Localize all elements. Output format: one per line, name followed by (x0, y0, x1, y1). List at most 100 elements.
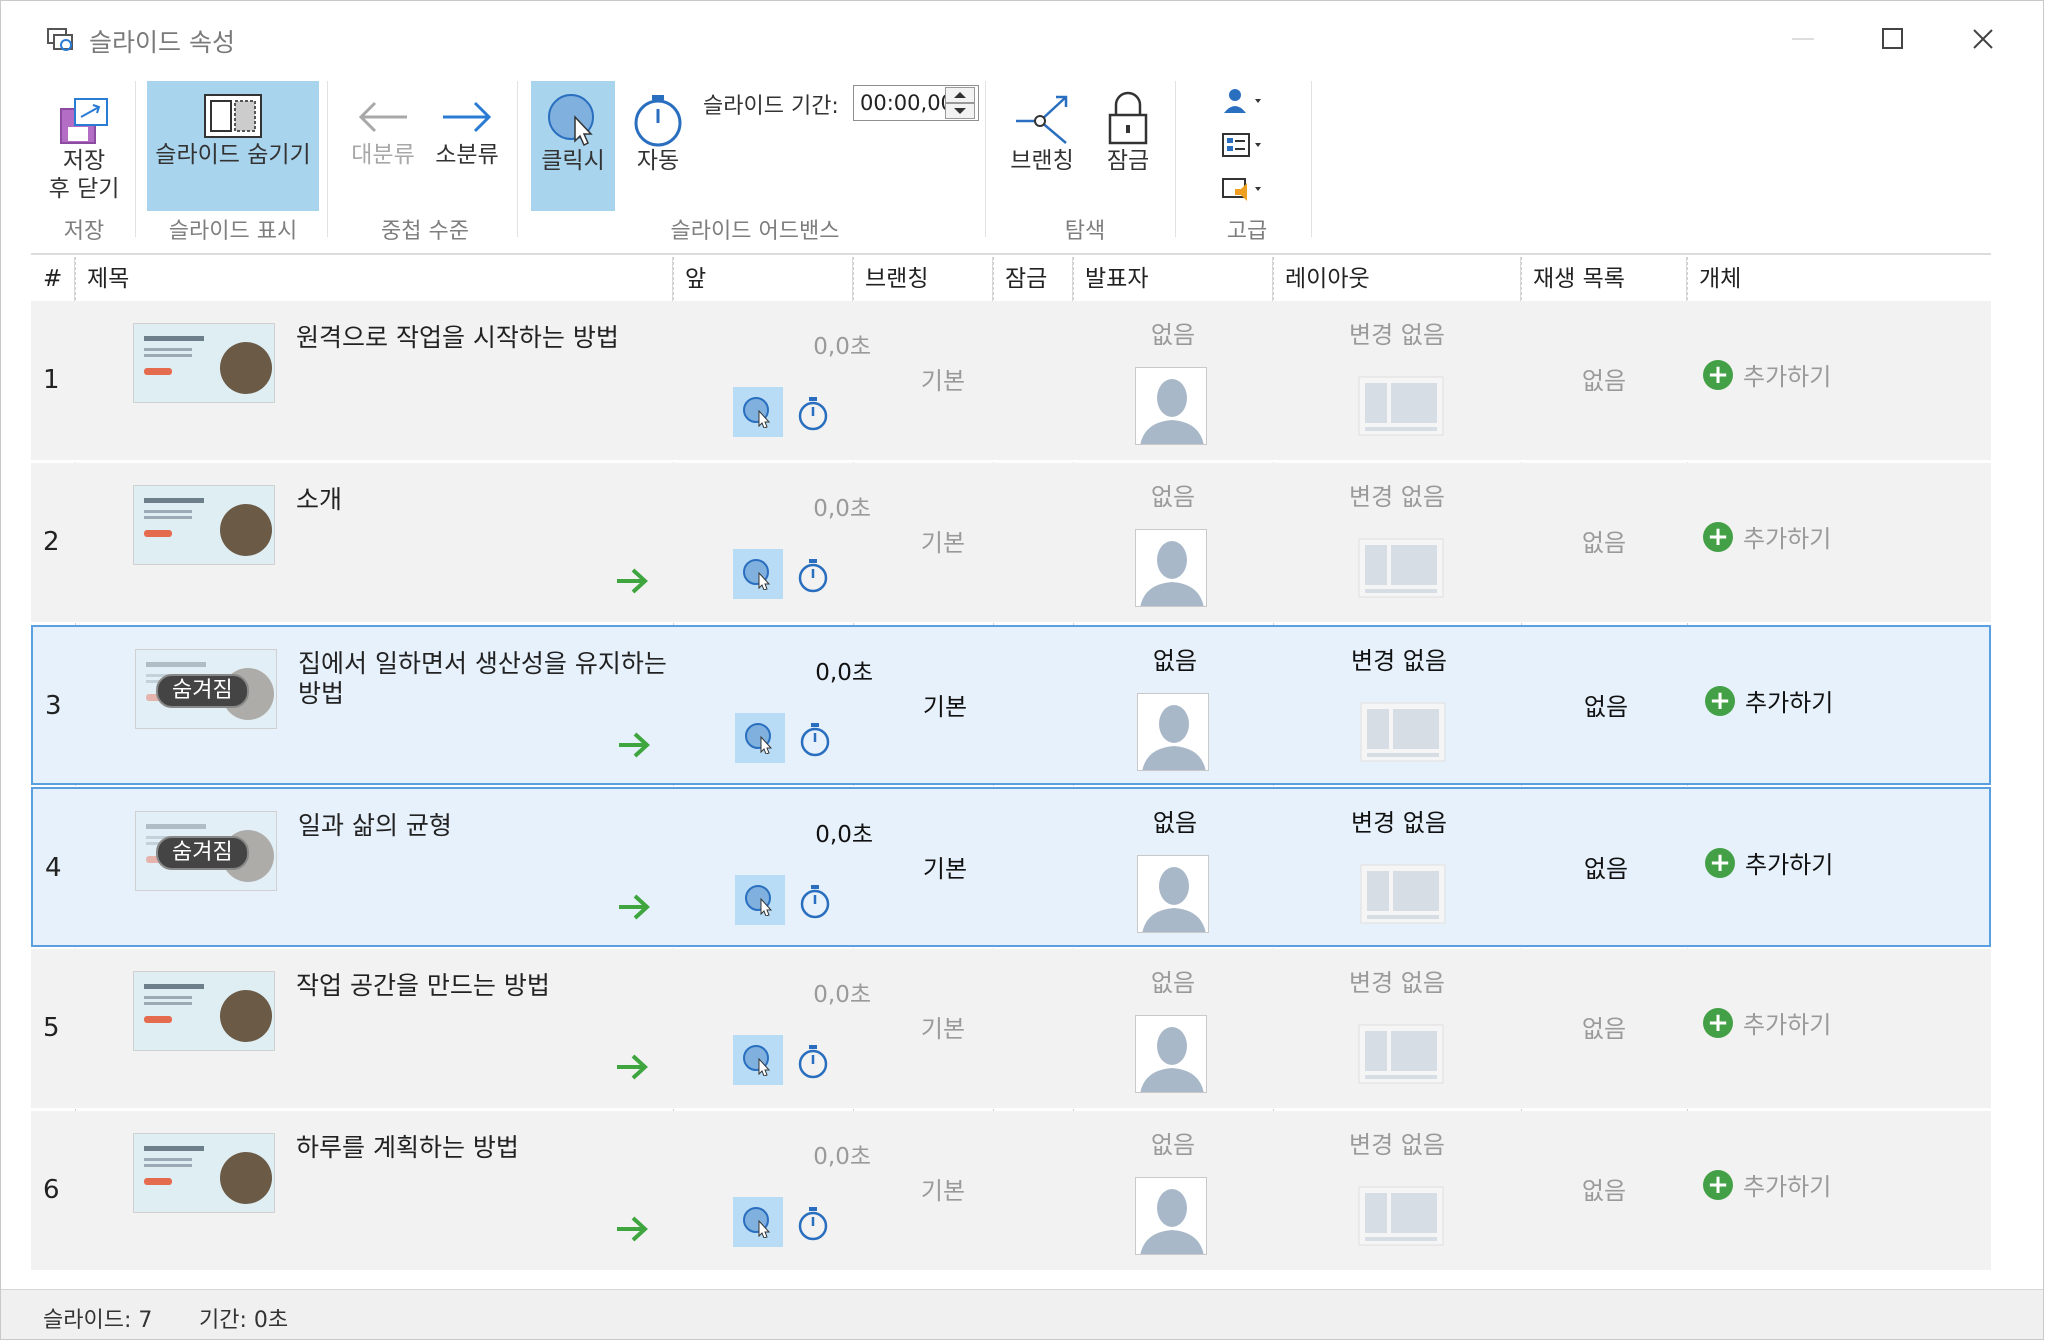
playlist-value[interactable]: 없음 (1521, 523, 1687, 558)
playlist-value[interactable]: 없음 (1523, 849, 1689, 884)
add-object-button[interactable]: + 추가하기 (1705, 683, 1833, 718)
slide-title[interactable]: 작업 공간을 만드는 방법 (296, 971, 666, 1001)
advance-auto-toggle-stopwatch-icon[interactable] (795, 1041, 831, 1081)
playlist-value[interactable]: 없음 (1521, 361, 1687, 396)
presenter-avatar[interactable] (1137, 855, 1209, 933)
slide-title[interactable]: 집에서 일하면서 생산성을 유지하는 방법 (298, 649, 668, 709)
auto-button[interactable]: 자동 (621, 81, 695, 201)
presenter-avatar[interactable] (1135, 1015, 1207, 1093)
advance-time[interactable]: 0,0초 (671, 975, 871, 1009)
col-branching[interactable]: 브랜칭 (853, 257, 993, 301)
on-click-button[interactable]: 클릭시 (531, 81, 615, 211)
advance-on-click-toggle[interactable] (735, 875, 785, 925)
layout-dropdown-button[interactable] (1221, 131, 1267, 161)
branching-value[interactable]: 기본 (873, 1171, 1013, 1206)
col-advance[interactable]: 앞 (673, 257, 853, 301)
slide-thumbnail[interactable]: 숨겨짐 (135, 649, 277, 729)
slide-thumbnail[interactable] (133, 485, 275, 565)
presenter-value[interactable]: 없음 (1073, 315, 1273, 350)
advance-on-click-toggle[interactable] (735, 713, 785, 763)
branching-value[interactable]: 기본 (873, 523, 1013, 558)
slide-thumbnail[interactable] (133, 1133, 275, 1213)
save-and-close-button[interactable]: 저장 후 닫기 (41, 83, 127, 203)
layout-value[interactable]: 변경 없음 (1273, 477, 1521, 512)
add-object-button[interactable]: + 추가하기 (1703, 519, 1831, 554)
layout-value[interactable]: 변경 없음 (1273, 1125, 1521, 1160)
presenter-avatar[interactable] (1135, 367, 1207, 445)
add-object-button[interactable]: + 추가하기 (1703, 357, 1831, 392)
promote-button[interactable]: 대분류 (345, 81, 421, 201)
table-row[interactable]: 3 숨겨짐 집에서 일하면서 생산성을 유지하는 방법 0,0초 기본 없음 변… (31, 625, 1991, 785)
slide-title[interactable]: 하루를 계획하는 방법 (296, 1133, 666, 1163)
lock-button[interactable]: 잠금 (1091, 81, 1165, 201)
branching-value[interactable]: 기본 (873, 361, 1013, 396)
presenter-avatar[interactable] (1135, 529, 1207, 607)
maximize-button[interactable] (1873, 19, 1913, 59)
layout-value[interactable]: 변경 없음 (1273, 315, 1521, 350)
slide-thumbnail[interactable] (133, 971, 275, 1051)
advance-time[interactable]: 0,0초 (673, 653, 873, 687)
presenter-avatar[interactable] (1135, 1177, 1207, 1255)
presenter-value[interactable]: 없음 (1075, 803, 1275, 838)
table-row[interactable]: 2 소개 0,0초 기본 없음 변경 없음 없음 + 추가하기 (31, 463, 1991, 623)
layout-value[interactable]: 변경 없음 (1275, 803, 1523, 838)
hide-slide-button[interactable]: 슬라이드 숨기기 (147, 81, 319, 211)
advance-time[interactable]: 0,0초 (673, 815, 873, 849)
minimize-button[interactable] (1783, 19, 1823, 59)
col-playlist[interactable]: 재생 목록 (1521, 257, 1687, 301)
advance-time[interactable]: 0,0초 (671, 327, 871, 361)
advance-auto-toggle-stopwatch-icon[interactable] (795, 555, 831, 595)
slide-title[interactable]: 일과 삶의 균형 (298, 811, 668, 841)
col-number[interactable]: # (31, 257, 75, 301)
presenter-value[interactable]: 없음 (1073, 477, 1273, 512)
playlist-value[interactable]: 없음 (1521, 1171, 1687, 1206)
add-object-button[interactable]: + 추가하기 (1705, 845, 1833, 880)
advance-time[interactable]: 0,0초 (671, 489, 871, 523)
table-row[interactable]: 1 원격으로 작업을 시작하는 방법 0,0초 기본 없음 변경 없음 없음 +… (31, 301, 1991, 461)
table-row[interactable]: 5 작업 공간을 만드는 방법 0,0초 기본 없음 변경 없음 없음 + 추가… (31, 949, 1991, 1109)
playlist-value[interactable]: 없음 (1523, 687, 1689, 722)
duration-spinner[interactable] (945, 87, 975, 119)
ribbon-divider (1175, 81, 1176, 237)
slide-title[interactable]: 원격으로 작업을 시작하는 방법 (296, 323, 666, 353)
slide-thumbnail[interactable] (133, 323, 275, 403)
col-layout[interactable]: 레이아웃 (1273, 257, 1521, 301)
presenter-dropdown-button[interactable] (1221, 87, 1267, 117)
col-objects[interactable]: 개체 (1687, 257, 1991, 301)
table-row[interactable]: 6 하루를 계획하는 방법 0,0초 기본 없음 변경 없음 없음 + 추가하기 (31, 1111, 1991, 1271)
advance-on-click-toggle[interactable] (733, 1035, 783, 1085)
branching-button[interactable]: 브랜칭 (999, 81, 1085, 201)
slide-title[interactable]: 소개 (296, 485, 666, 515)
playlist-dropdown-button[interactable] (1221, 175, 1267, 205)
advance-auto-toggle-stopwatch-icon[interactable] (797, 881, 833, 921)
layout-value[interactable]: 변경 없음 (1275, 641, 1523, 676)
advance-auto-toggle-stopwatch-icon[interactable] (795, 1203, 831, 1243)
col-lock[interactable]: 잠금 (993, 257, 1073, 301)
slide-number: 3 (45, 691, 62, 721)
presenter-value[interactable]: 없음 (1073, 963, 1273, 998)
advance-auto-toggle-stopwatch-icon[interactable] (797, 719, 833, 759)
presenter-value[interactable]: 없음 (1073, 1125, 1273, 1160)
add-object-button[interactable]: + 추가하기 (1703, 1167, 1831, 1202)
col-presenter[interactable]: 발표자 (1073, 257, 1273, 301)
demote-button[interactable]: 소분류 (429, 81, 505, 201)
add-icon: + (1705, 847, 1735, 878)
transition-arrow-icon (619, 894, 650, 920)
layout-value[interactable]: 변경 없음 (1273, 963, 1521, 998)
advance-on-click-toggle[interactable] (733, 549, 783, 599)
branching-value[interactable]: 기본 (875, 849, 1015, 884)
playlist-value[interactable]: 없음 (1521, 1009, 1687, 1044)
add-object-button[interactable]: + 추가하기 (1703, 1005, 1831, 1040)
presenter-value[interactable]: 없음 (1075, 641, 1275, 676)
table-row[interactable]: 4 숨겨짐 일과 삶의 균형 0,0초 기본 없음 변경 없음 없음 + 추가하… (31, 787, 1991, 947)
advance-on-click-toggle[interactable] (733, 387, 783, 437)
slide-thumbnail[interactable]: 숨겨짐 (135, 811, 277, 891)
advance-time[interactable]: 0,0초 (671, 1137, 871, 1171)
advance-on-click-toggle[interactable] (733, 1197, 783, 1247)
advance-auto-toggle-stopwatch-icon[interactable] (795, 393, 831, 433)
close-button[interactable] (1963, 19, 2003, 59)
col-title[interactable]: 제목 (75, 257, 673, 301)
branching-value[interactable]: 기본 (873, 1009, 1013, 1044)
presenter-avatar[interactable] (1137, 693, 1209, 771)
branching-value[interactable]: 기본 (875, 687, 1015, 722)
